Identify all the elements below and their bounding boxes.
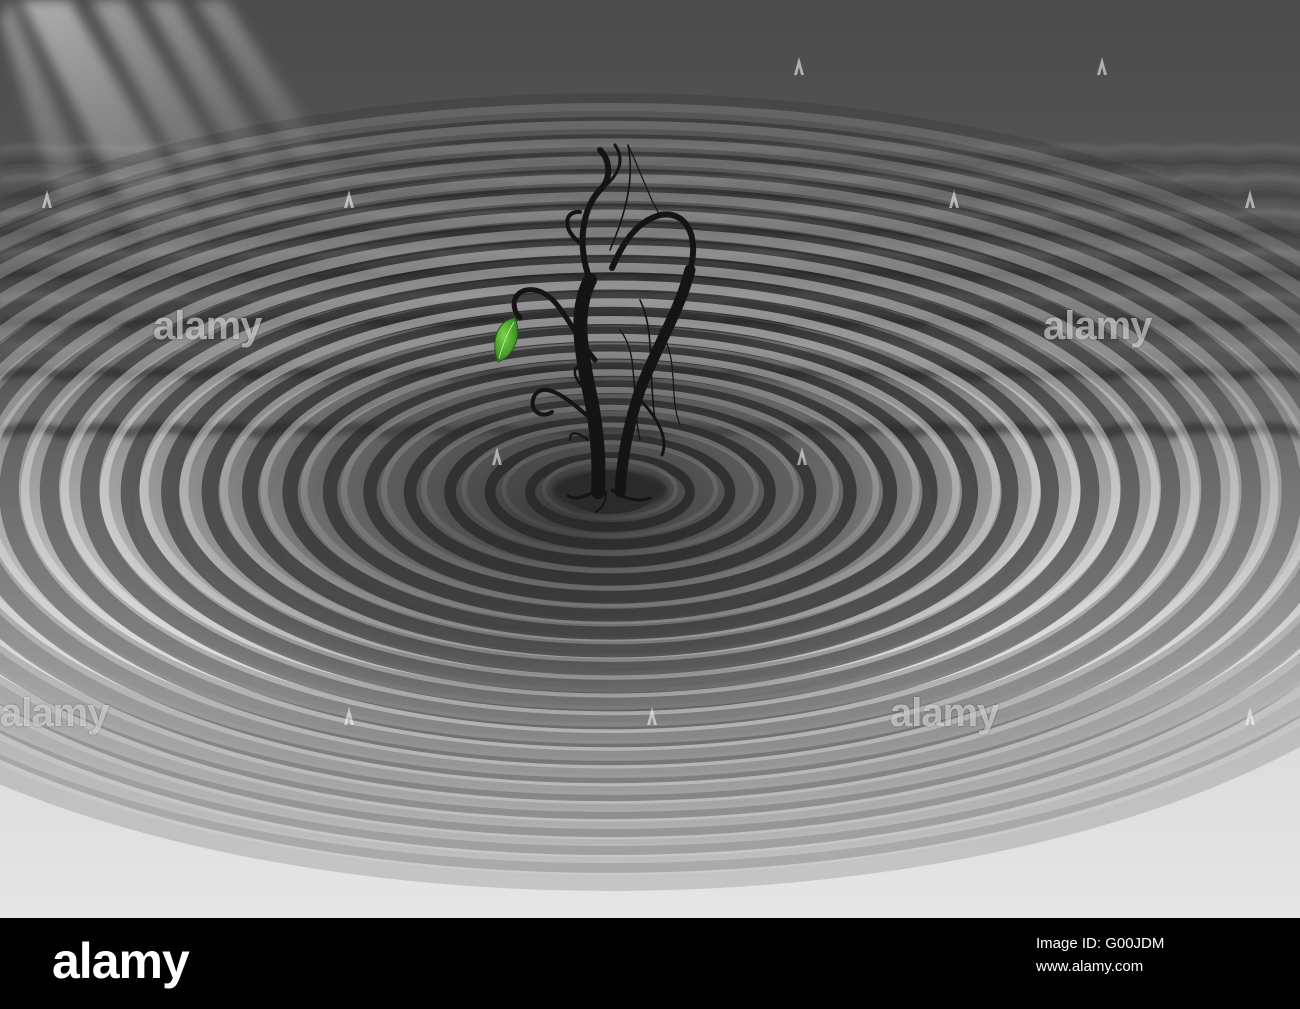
water-splash — [552, 470, 668, 510]
watermark-mark-icon — [492, 447, 502, 465]
watermark-mark-icon — [647, 707, 657, 725]
watermark: alamy — [0, 691, 109, 735]
image-id-text: Image ID: G00JDM — [1036, 935, 1165, 952]
watermark-mark-icon — [1245, 190, 1255, 208]
watermark: alamy — [1043, 304, 1152, 348]
url-text: www.alamy.com — [1036, 958, 1144, 976]
watermark-mark-icon — [344, 190, 354, 208]
photo-canvas: alamy alamy alamy alamy alamy Image ID: … — [0, 0, 1300, 1009]
watermark-mark-icon — [797, 447, 807, 465]
watermark-mark-icon — [949, 190, 959, 208]
watermark-mark-icon — [1097, 57, 1107, 75]
watermark: alamy — [153, 304, 262, 348]
ripple-tree-scene — [0, 0, 1300, 918]
footer-logo: alamy — [52, 933, 190, 989]
watermark: alamy — [890, 691, 999, 735]
watermark-mark-icon — [344, 707, 354, 725]
footer-meta: Image ID: G00JDM www.alamy.com — [1036, 932, 1276, 979]
watermark-mark-icon — [42, 190, 52, 208]
watermark-mark-icon — [794, 57, 804, 75]
watermark-mark-icon — [1245, 707, 1255, 725]
